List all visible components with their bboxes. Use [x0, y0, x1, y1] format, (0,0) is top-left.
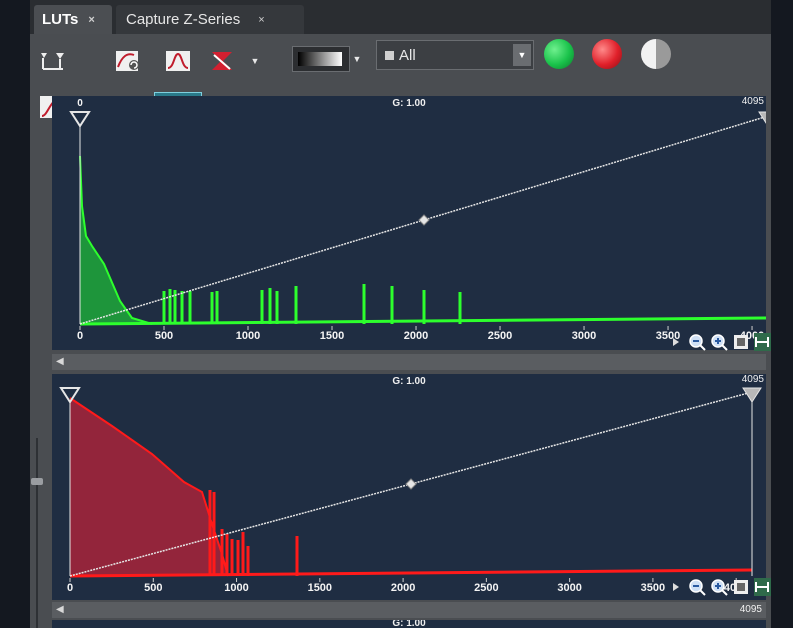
axis-ticks: 0 500 1000 1500 2000 2500 3000 3500 4000 0 — [52, 96, 766, 350]
tab-luts-label: LUTs — [42, 11, 79, 28]
scroll-left-icon[interactable]: ◀ — [56, 356, 64, 367]
gaussian-curve-icon[interactable] — [164, 48, 192, 74]
third-max-value-label: 4095 — [739, 604, 762, 615]
histogram-red[interactable]: G: 1.00 4095 0 500 1000 1500 2000 2500 3000 350… — [52, 374, 766, 600]
tab-capture-z-series-label: Capture Z-Series — [126, 11, 241, 28]
axis-tick-label: 1500 — [319, 330, 345, 342]
axis-tick-label: 1500 — [307, 582, 333, 594]
tab-bar: LUTs × Capture Z-Series × — [30, 0, 771, 34]
axis-tick-label: 2000 — [390, 582, 416, 594]
horizontal-scrollbar-green[interactable]: ◀ — [52, 354, 766, 370]
axis-tick-label: 500 — [154, 330, 174, 342]
zoom-in-icon[interactable] — [710, 333, 729, 351]
zoom-controls-green — [661, 331, 771, 353]
axis-tick-label: 3000 — [571, 330, 597, 342]
luts-panel: ▼ ▼ All ▼ ▼ ▼ — [30, 34, 771, 628]
chevron-down-icon[interactable]: ▼ — [513, 44, 531, 66]
clear-red-icon[interactable] — [208, 48, 236, 74]
right-desktop-strip — [771, 0, 793, 628]
fit-icon[interactable] — [732, 578, 749, 596]
lut-preset-dropdown-arrow[interactable]: ▼ — [352, 46, 362, 72]
clear-dropdown-arrow[interactable]: ▼ — [250, 48, 260, 74]
fit-icon[interactable] — [732, 333, 749, 351]
zoom-out-icon[interactable] — [688, 578, 707, 596]
reset-curve-icon[interactable] — [114, 48, 142, 74]
gamma-label: G: 1.00 — [392, 620, 426, 628]
scroll-left-icon[interactable]: ◀ — [56, 604, 64, 615]
vertical-slider[interactable] — [30, 438, 44, 628]
channel-select[interactable]: All ▼ — [376, 40, 534, 70]
zoom-out-icon[interactable] — [688, 333, 707, 351]
grayscale-gradient-icon — [298, 52, 342, 66]
histogram-green[interactable]: G: 1.00 4095 0 500 1000 1500 2000 2500 3000 350… — [52, 96, 766, 350]
left-desktop-strip — [0, 0, 30, 628]
range-icon[interactable] — [753, 578, 771, 596]
tab-capture-z-series[interactable]: Capture Z-Series × — [116, 5, 304, 34]
histogram-third-partial: G: 1.00 — [52, 620, 766, 628]
axis-tick-label: 2000 — [403, 330, 429, 342]
scroll-right-icon[interactable] — [667, 333, 684, 351]
slider-thumb[interactable] — [31, 478, 43, 485]
auto-scale-icon[interactable] — [38, 48, 66, 74]
axis-tick-label: 3000 — [557, 582, 582, 594]
min-value-label: 0 — [77, 98, 83, 109]
channel-square-icon — [385, 50, 394, 60]
zoom-controls-red — [661, 576, 771, 598]
close-icon[interactable]: × — [88, 14, 94, 26]
axis-tick-label: 2500 — [487, 330, 513, 342]
axis-tick-label: 1000 — [224, 582, 249, 594]
slider-track — [36, 438, 38, 628]
axis-zero-label: 0 — [76, 330, 84, 342]
axis-tick-label: 500 — [144, 582, 163, 594]
axis-zero-label: 0 — [66, 582, 74, 594]
zoom-in-icon[interactable] — [710, 578, 729, 596]
tab-luts[interactable]: LUTs × — [34, 5, 112, 34]
axis-tick-label: 1000 — [235, 330, 261, 342]
channel-select-value: All — [399, 46, 416, 64]
axis-ticks: 05001000150020002500300035004000 — [52, 374, 766, 600]
horizontal-scrollbar-red[interactable]: ◀ 4095 — [52, 602, 766, 618]
green-channel-button[interactable] — [544, 39, 574, 69]
luts-window: LUTs × Capture Z-Series × ▼ ▼ All ▼ G: 1… — [0, 0, 793, 628]
gray-channel-button[interactable] — [641, 39, 671, 69]
red-channel-button[interactable] — [592, 39, 622, 69]
lut-preset-select[interactable] — [292, 46, 350, 72]
axis-tick-label: 2500 — [474, 582, 499, 594]
scroll-right-icon[interactable] — [667, 578, 684, 596]
range-icon[interactable] — [753, 333, 771, 351]
close-icon[interactable]: × — [258, 14, 264, 26]
